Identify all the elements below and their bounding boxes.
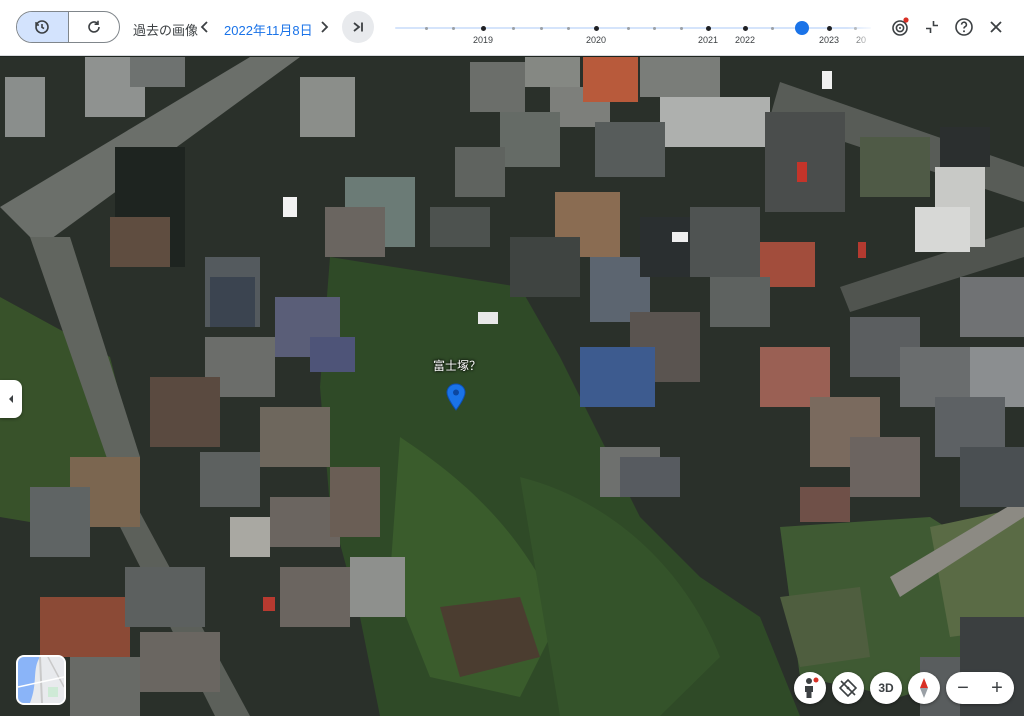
- skip-to-latest-button[interactable]: [342, 11, 374, 43]
- compass-button[interactable]: [908, 672, 940, 704]
- side-panel-toggle[interactable]: [0, 380, 22, 418]
- help-icon: [955, 18, 973, 36]
- map-type-thumbnail[interactable]: [16, 655, 66, 705]
- satellite-imagery: [0, 57, 1024, 716]
- compass-icon: [920, 678, 928, 698]
- next-date-button[interactable]: [315, 16, 333, 38]
- timeline-point[interactable]: [594, 26, 599, 31]
- timeline-year-label: 2023: [818, 35, 840, 45]
- close-button[interactable]: [983, 14, 1009, 40]
- timeline-point[interactable]: [452, 27, 455, 30]
- help-button[interactable]: [951, 14, 977, 40]
- timeline-fade: [847, 16, 877, 50]
- timeline-point[interactable]: [512, 27, 515, 30]
- imagery-mode-toggle: [16, 11, 120, 43]
- three-d-button[interactable]: 3D: [870, 672, 902, 704]
- timeline-year-label: 2021: [697, 35, 719, 45]
- timeline-point[interactable]: [481, 26, 486, 31]
- historical-imagery-button[interactable]: [17, 12, 69, 42]
- map-thumbnail-icon: [18, 657, 64, 703]
- history-toolbar: 過去の画像 2022年11月8日 2019 2020 2021 2022 202…: [0, 0, 1024, 56]
- timeline-point[interactable]: [771, 27, 774, 30]
- timeline-point[interactable]: [827, 26, 832, 31]
- satellite-map[interactable]: [0, 57, 1024, 716]
- selected-date-link[interactable]: 2022年11月8日: [224, 20, 313, 39]
- place-label[interactable]: 富士塚？: [433, 357, 481, 374]
- historical-imagery-label: 過去の画像: [133, 23, 199, 38]
- history-clock-icon: [35, 20, 50, 34]
- caret-left-icon: [9, 395, 13, 403]
- tilt-off-icon: [838, 678, 858, 698]
- collapse-icon: [926, 21, 938, 33]
- timeline-point[interactable]: [743, 26, 748, 31]
- street-view-button[interactable]: [794, 672, 826, 704]
- location-pin-icon[interactable]: [446, 383, 466, 411]
- timeline-point[interactable]: [680, 27, 683, 30]
- previous-date-button[interactable]: [196, 16, 214, 38]
- timeline-point[interactable]: [653, 27, 656, 30]
- animation-icon: [892, 17, 909, 36]
- zoom-out-button[interactable]: −: [946, 672, 980, 704]
- timeline-year-label: 2019: [472, 35, 494, 45]
- close-icon: [990, 21, 1002, 33]
- chevron-right-icon: [321, 21, 329, 33]
- imagery-timeline[interactable]: 2019 2020 2021 2022 2023 20: [395, 16, 877, 50]
- timeline-point[interactable]: [627, 27, 630, 30]
- current-imagery-button[interactable]: [69, 12, 120, 42]
- pegman-icon: [805, 677, 819, 698]
- timeline-selected-point[interactable]: [795, 21, 809, 35]
- timeline-point[interactable]: [706, 26, 711, 31]
- skip-to-latest-icon: [353, 22, 363, 32]
- tilt-toggle-button[interactable]: [832, 672, 864, 704]
- zoom-in-button[interactable]: +: [980, 672, 1014, 704]
- collapse-button[interactable]: [919, 14, 945, 40]
- refresh-icon: [87, 20, 100, 33]
- timeline-point[interactable]: [425, 27, 428, 30]
- chevron-left-icon: [200, 21, 208, 33]
- timeline-point[interactable]: [567, 27, 570, 30]
- timeline-point[interactable]: [540, 27, 543, 30]
- zoom-controls: − +: [946, 672, 1014, 704]
- timeline-year-label: 2020: [585, 35, 607, 45]
- animation-button[interactable]: [887, 14, 913, 40]
- timeline-year-label: 2022: [734, 35, 756, 45]
